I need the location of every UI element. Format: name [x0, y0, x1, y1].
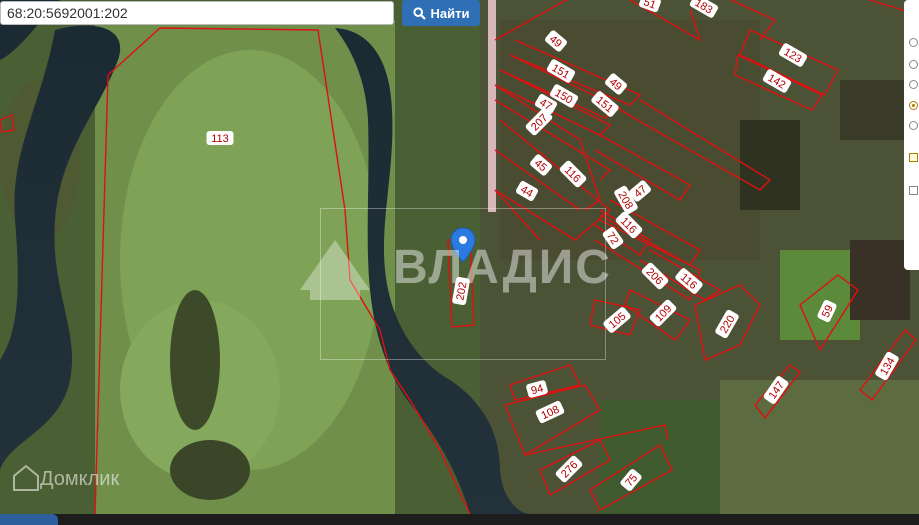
- watermark-text: ВЛАДИС: [393, 241, 612, 294]
- bottom-tab[interactable]: [0, 514, 58, 525]
- layer-radio-1[interactable]: [909, 38, 918, 47]
- layer-radio-3[interactable]: [909, 80, 918, 89]
- watermark-domclick: Домклик: [40, 468, 120, 490]
- layer-radio-2[interactable]: [909, 60, 918, 69]
- parcel-label-text: 113: [211, 133, 229, 145]
- bottom-bar: [0, 514, 919, 525]
- layer-radio-4[interactable]: [909, 101, 918, 110]
- search-button-label: Найти: [430, 5, 470, 21]
- search-button[interactable]: Найти: [402, 0, 480, 26]
- layer-radio-5[interactable]: [909, 121, 918, 130]
- parcel-label: 113: [206, 131, 234, 145]
- layer-panel: [904, 0, 919, 270]
- search-icon: [412, 6, 426, 20]
- search-input[interactable]: [0, 1, 394, 25]
- layer-checkbox-1[interactable]: [909, 153, 918, 162]
- layer-checkbox-2[interactable]: [909, 186, 918, 195]
- search-bar: Найти: [0, 0, 480, 26]
